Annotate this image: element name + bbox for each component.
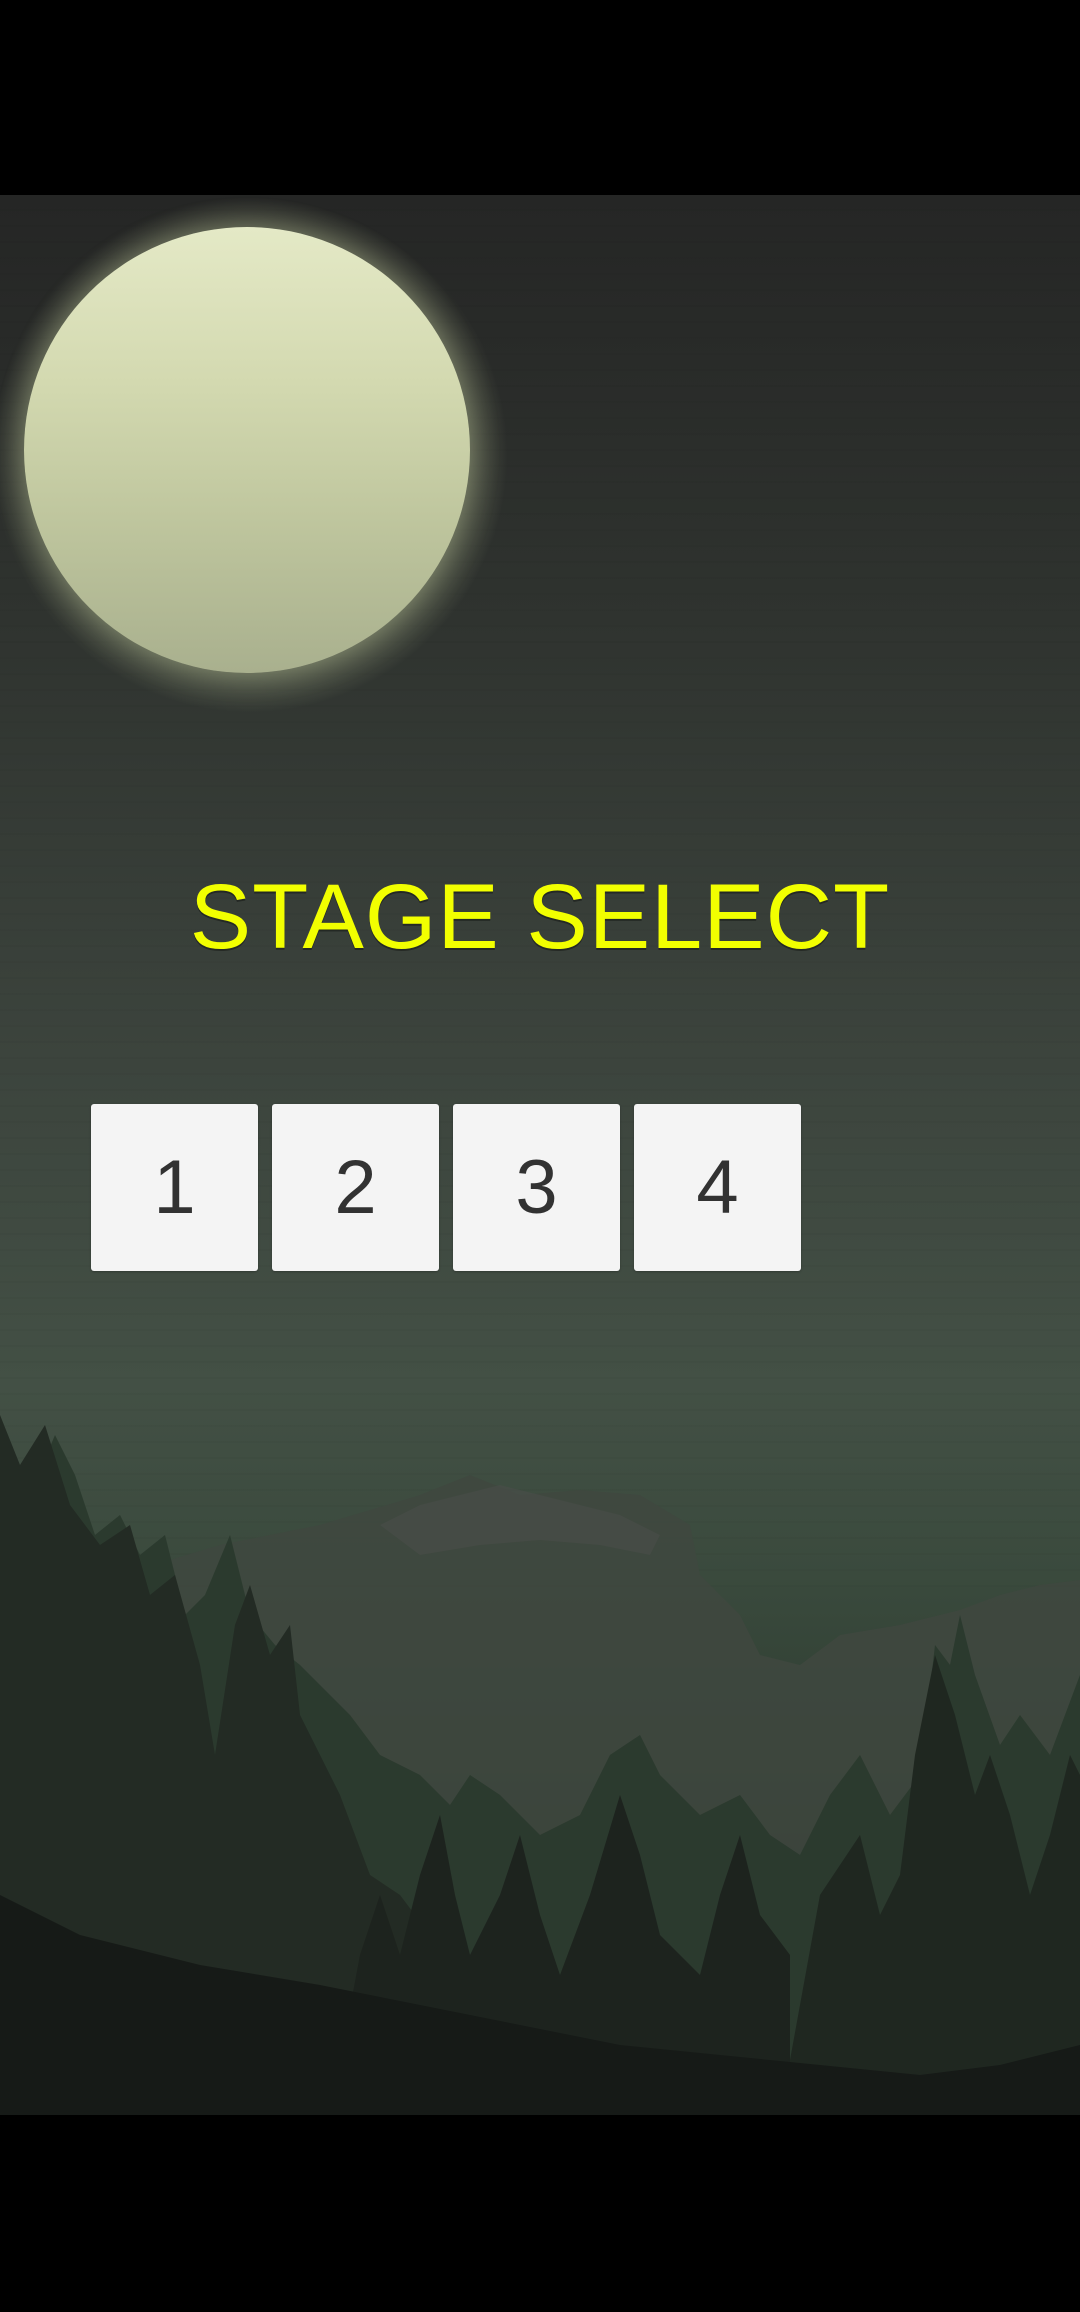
letterbox-top (0, 0, 1080, 195)
stage-button-row: 1 2 3 4 (91, 1104, 801, 1272)
stage-4-button[interactable]: 4 (634, 1104, 801, 1271)
stage-select-title: STAGE SELECT (189, 866, 891, 968)
game-viewport: STAGE SELECT 1 2 3 4 (0, 195, 1080, 2115)
stage-3-button[interactable]: 3 (453, 1104, 620, 1271)
letterbox-bottom (0, 2115, 1080, 2312)
stage-1-button[interactable]: 1 (91, 1104, 258, 1271)
stage-2-button[interactable]: 2 (272, 1104, 439, 1271)
